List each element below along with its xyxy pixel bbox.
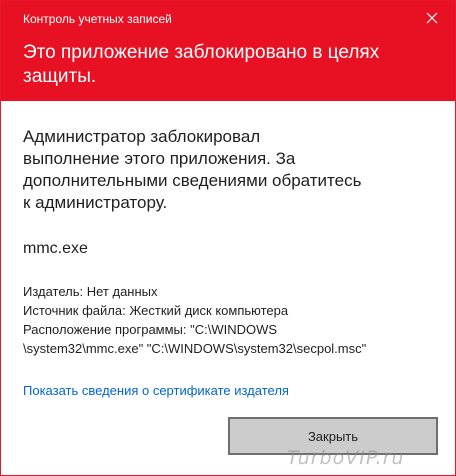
program-name: mmc.exe bbox=[23, 240, 88, 257]
blocked-headline: Это приложение заблокировано в целях защ… bbox=[23, 42, 380, 87]
program-location-text: Расположение программы: "C:\WINDOWS bbox=[23, 322, 278, 337]
window-title: Контроль учетных записей bbox=[23, 12, 172, 26]
program-details: Издатель: Нет данных Источник файла: Жес… bbox=[23, 282, 366, 358]
message-line: Администратор заблокировал bbox=[23, 127, 261, 146]
program-location-text-cont: \system32\mmc.exe" "C:\WINDOWS\system32\… bbox=[23, 341, 367, 356]
message-line: к администратору. bbox=[23, 193, 168, 212]
show-certificate-link[interactable]: Показать сведения о сертификате издателя bbox=[23, 382, 289, 400]
message-line: дополнительными сведениями обратитесь bbox=[23, 171, 362, 190]
close-button[interactable]: Закрыть bbox=[228, 417, 438, 455]
admin-message: Администратор заблокировал выполнение эт… bbox=[23, 126, 423, 214]
close-icon[interactable] bbox=[419, 5, 445, 31]
message-line: выполнение этого приложения. За bbox=[23, 149, 296, 168]
uac-dialog: Контроль учетных записей Это приложение … bbox=[0, 0, 456, 476]
file-source-text: Источник файла: Жесткий диск компьютера bbox=[23, 303, 289, 318]
dialog-header: Контроль учетных записей Это приложение … bbox=[1, 1, 455, 101]
publisher-text: Издатель: Нет данных bbox=[23, 284, 158, 299]
